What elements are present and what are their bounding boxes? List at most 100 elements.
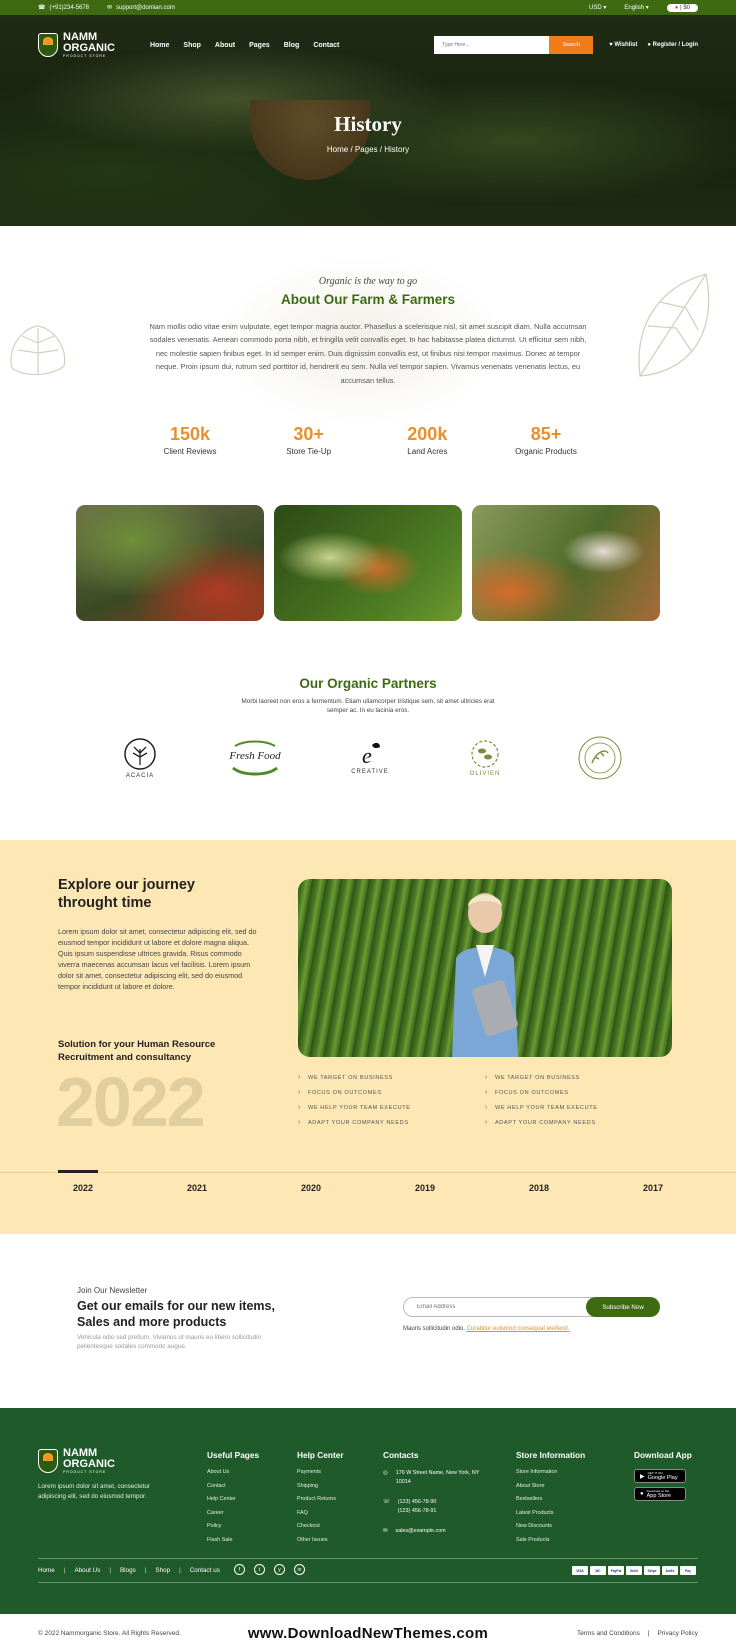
footer-link[interactable]: Policy (207, 1523, 259, 1529)
footer-link[interactable]: Product Returns (297, 1496, 344, 1502)
brand-logo[interactable]: NAMM ORGANIC PRODUCT STORE (38, 32, 115, 58)
nav-shop[interactable]: Shop (183, 42, 201, 49)
timeline-line (0, 1172, 736, 1173)
footer-link[interactable]: Checkout (297, 1523, 344, 1529)
useful-pages-column: Useful Pages About Us Contact Help Cente… (207, 1450, 260, 1543)
footer-link[interactable]: Help Center (207, 1496, 259, 1502)
footer-divider (38, 1582, 698, 1583)
nav-about[interactable]: About (215, 42, 235, 49)
logo-icon (38, 33, 58, 57)
footer-link[interactable]: Bestsellers (516, 1496, 585, 1502)
newsletter-note: Mauris sollicitudin odio. Curabitur euis… (403, 1326, 570, 1332)
footer-link[interactable]: New Discounts (516, 1523, 585, 1529)
facebook-icon[interactable]: f (234, 1564, 245, 1575)
stripe-icon: Stripe (644, 1566, 660, 1575)
year-tab-2018[interactable]: 2018 (514, 1183, 564, 1193)
google-play-button[interactable]: ▶ GET IT ON Google Play (634, 1469, 686, 1483)
chevron-right-icon: › (298, 1119, 301, 1126)
partner-logo-creative[interactable]: e CREATIVE (330, 733, 410, 783)
partner-logo-olivien[interactable]: OLIVIEN (445, 733, 525, 783)
footer-link[interactable]: Store Information (516, 1469, 585, 1475)
year-tab-2021[interactable]: 2021 (172, 1183, 222, 1193)
checklist-item: › FOCUS ON OUTCOMES (298, 1089, 382, 1096)
terms-link[interactable]: Terms and Conditions (577, 1630, 640, 1637)
nav-pages[interactable]: Pages (249, 42, 270, 49)
footer-nav-contact[interactable]: Contact us (190, 1567, 220, 1574)
newsletter-link[interactable]: Curabitur euismod consequat eleifend. (467, 1326, 570, 1332)
subscribe-button[interactable]: Subscribe Now (586, 1297, 660, 1317)
footer-link[interactable]: Flash Sale (207, 1537, 259, 1543)
vegetables-photo (274, 505, 462, 621)
amex-icon: AmEx (662, 1566, 678, 1575)
year-tab-2017[interactable]: 2017 (628, 1183, 678, 1193)
footer-link[interactable]: FAQ (297, 1510, 344, 1516)
newsletter-kicker: Join Our Newsletter (77, 1286, 148, 1295)
footer-about: Lorem ipsum dolor sit amet, consectetur … (38, 1483, 150, 1500)
account-link[interactable]: ● Register / Login (647, 42, 698, 48)
year-tab-2019[interactable]: 2019 (400, 1183, 450, 1193)
footer-nav-about[interactable]: About Us (74, 1567, 100, 1574)
stats-row: 150k Client Reviews 30+ Store Tie-Up 200k L… (140, 424, 596, 456)
location-pin-icon: ◎ (383, 1470, 388, 1476)
footer-link[interactable]: Contact (207, 1483, 259, 1489)
payment-methods: VISA MC PayPal Skrill Stripe AmEx Pay (572, 1566, 696, 1575)
chevron-right-icon: › (485, 1119, 488, 1126)
breadcrumb[interactable]: Home / Pages / History (0, 145, 736, 154)
search-button[interactable]: Search (549, 36, 594, 54)
footer-link[interactable]: Sale Products (516, 1537, 585, 1543)
search-input[interactable] (434, 36, 550, 54)
privacy-link[interactable]: Privacy Policy (658, 1630, 698, 1637)
email-field[interactable] (404, 1298, 586, 1316)
cart-button[interactable]: ● | $0 (666, 3, 698, 12)
partner-logo-acacia[interactable]: ACACIA (100, 733, 180, 783)
stat-item: 150k Client Reviews (163, 424, 217, 456)
footer-logo[interactable]: NAMM ORGANIC PRODUCT STORE (38, 1448, 115, 1474)
footer-link[interactable]: Other Issues (297, 1537, 344, 1543)
wishlist-link[interactable]: ♥ Wishlist (609, 42, 637, 48)
twitter-icon[interactable]: t (254, 1564, 265, 1575)
language-select[interactable]: English ▾ (624, 4, 648, 11)
skrill-icon: Skrill (626, 1566, 642, 1575)
section-tagline: Organic is the way to go (318, 276, 418, 287)
address-row: ◎ 176 W Street Name, New York, NY 10014 (383, 1470, 480, 1485)
about-section: Organic is the way to go About Our Farm … (0, 226, 736, 476)
mail-icon: ✉ (107, 5, 113, 11)
olive-icon (471, 740, 499, 768)
newsletter-form: Subscribe Now (403, 1297, 660, 1317)
chevron-right-icon: › (298, 1104, 301, 1111)
footer-nav-home[interactable]: Home (38, 1567, 55, 1574)
chevron-right-icon: › (298, 1089, 301, 1096)
linkedin-icon[interactable]: in (294, 1564, 305, 1575)
footer-nav-blogs[interactable]: Blogs (120, 1567, 136, 1574)
footer-link[interactable]: Payments (297, 1469, 344, 1475)
footer-link[interactable]: Career (207, 1510, 259, 1516)
footer-link[interactable]: About Us (207, 1469, 259, 1475)
footer-nav-shop[interactable]: Shop (155, 1567, 170, 1574)
market-photo (76, 505, 264, 621)
nav-home[interactable]: Home (150, 42, 169, 49)
nav-contact[interactable]: Contact (313, 42, 339, 49)
year-tab-2020[interactable]: 2020 (286, 1183, 336, 1193)
stat-item: 200k Land Acres (407, 424, 448, 456)
footer-link[interactable]: About Store (516, 1483, 585, 1489)
nav-menu: Home Shop About Pages Blog Contact (150, 42, 339, 49)
app-store-button[interactable]: ● Download on the App Store (634, 1487, 686, 1501)
currency-select[interactable]: USD ▾ (589, 4, 606, 11)
mastercard-icon: MC (590, 1566, 606, 1575)
partner-logo-fresh-food[interactable]: Fresh Food (215, 733, 295, 783)
footer-link[interactable]: Shipping (297, 1483, 344, 1489)
checklist-item: › ADAPT YOUR COMPANY NEEDS (298, 1119, 409, 1126)
partners-text: Morbi laoreet non eros a fermentum. Etia… (241, 698, 495, 714)
main-navigation: NAMM ORGANIC PRODUCT STORE Home Shop Abo… (38, 30, 698, 60)
social-links: f t y in (234, 1564, 305, 1575)
partner-logo-seal[interactable] (560, 733, 640, 783)
youtube-icon[interactable]: y (274, 1564, 285, 1575)
nav-blog[interactable]: Blog (284, 42, 300, 49)
email-info[interactable]: ✉ support@domian.com (107, 4, 175, 12)
contacts-column: Contacts ◎ 176 W Street Name, New York, N… (383, 1450, 493, 1547)
year-tab-2022[interactable]: 2022 (58, 1183, 108, 1193)
phone-info[interactable]: ☎ (+91)234-5678 (38, 4, 89, 12)
photo-gallery (76, 505, 660, 621)
footer-link[interactable]: Latest Products (516, 1510, 585, 1516)
help-center-column: Help Center Payments Shipping Product Re… (297, 1450, 344, 1543)
